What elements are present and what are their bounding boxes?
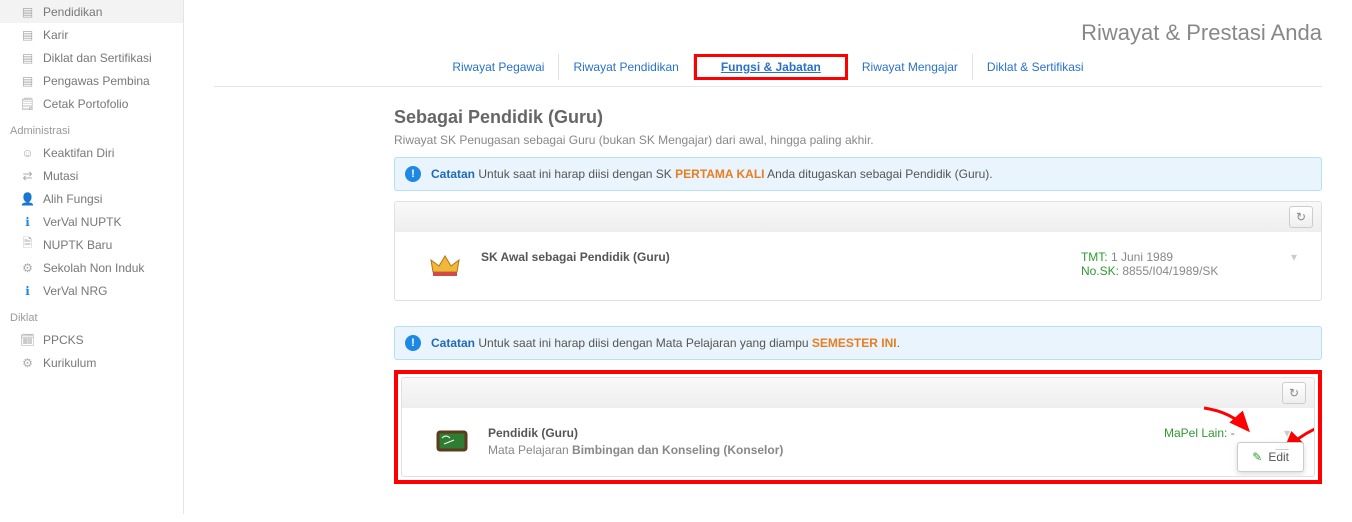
sidebar-item-label: Diklat dan Sertifikasi [43, 51, 152, 65]
role-subject: Mata Pelajaran Bimbingan dan Konseling (… [488, 443, 1164, 457]
sidebar-item[interactable]: ⚙ Kurikulum [0, 351, 183, 374]
sk-title: SK Awal sebagai Pendidik (Guru) [481, 250, 1081, 264]
info-icon: ℹ [20, 214, 35, 229]
section-title: Sebagai Pendidik (Guru) [394, 107, 1322, 133]
highlight-box: Fungsi & Jabatan [694, 54, 848, 80]
page-title: Riwayat & Prestasi Anda [214, 0, 1322, 54]
info-icon: ! [405, 335, 421, 351]
sidebar-item[interactable]: 👤 Alih Fungsi [0, 187, 183, 210]
sidebar-item[interactable]: ▤ Karir [0, 23, 183, 46]
clip-icon: 🗒 [20, 96, 35, 111]
swap-icon: ⇄ [20, 168, 35, 183]
sidebar-item[interactable]: 🗎 NUPTK Baru [0, 233, 183, 256]
sidebar-item-label: Pendidikan [43, 5, 102, 19]
sidebar-item[interactable]: ℹ VerVal NRG [0, 279, 183, 302]
sidebar-item-label: Alih Fungsi [43, 192, 102, 206]
cal-icon: 🗓 [20, 332, 35, 347]
sidebar-item-label: Sekolah Non Induk [43, 261, 144, 275]
reload-button[interactable]: ↻ [1289, 206, 1313, 228]
sidebar-group-header: Administrasi [0, 115, 183, 141]
role-title: Pendidik (Guru) [488, 426, 1164, 440]
edit-menu-item[interactable]: ✎ Edit [1238, 443, 1303, 471]
sidebar-item-label: Cetak Portofolio [43, 97, 128, 111]
sidebar-item[interactable]: ℹ VerVal NUPTK [0, 210, 183, 233]
crown-icon [429, 250, 461, 282]
page-icon: 🗎 [20, 237, 35, 252]
sidebar: ▤ Pendidikan ▤ Karir ▤ Diklat dan Sertifikasi… [0, 0, 184, 514]
info-icon: ! [405, 166, 421, 182]
tabbar: Riwayat PegawaiRiwayat Pendidikan Fungsi … [214, 54, 1322, 87]
sidebar-item[interactable]: ⚙ Sekolah Non Induk [0, 256, 183, 279]
sidebar-item[interactable]: ☺ Keaktifan Diri [0, 141, 183, 164]
reload-button[interactable]: ↻ [1282, 382, 1306, 404]
doc-icon: ▤ [20, 73, 35, 88]
sidebar-item-label: VerVal NRG [43, 284, 107, 298]
gear-icon: ⚙ [20, 260, 35, 275]
tab[interactable]: Riwayat Pendidikan [559, 54, 693, 80]
face-icon: ☺ [20, 145, 35, 160]
doc-icon: ▤ [20, 27, 35, 42]
panel-role: ↻ Pendidik (Guru) Mata Pelajaran Bimbing… [401, 377, 1315, 477]
sidebar-item[interactable]: ▤ Pendidikan [0, 0, 183, 23]
sidebar-item[interactable]: 🗓 PPCKS [0, 328, 183, 351]
sidebar-item[interactable]: ⇄ Mutasi [0, 164, 183, 187]
tab[interactable]: Fungsi & Jabatan [707, 54, 835, 80]
panel-sk: ↻ SK Awal sebagai Pendidik (Guru) TMT: 1… [394, 201, 1322, 301]
pencil-icon: ✎ [1252, 450, 1262, 464]
highlight-frame: ↻ Pendidik (Guru) Mata Pelajaran Bimbing… [394, 370, 1322, 484]
section-subtitle: Riwayat SK Penugasan sebagai Guru (bukan… [394, 133, 1322, 147]
sidebar-item-label: Mutasi [43, 169, 78, 183]
sidebar-item-label: Keaktifan Diri [43, 146, 114, 160]
tab[interactable]: Riwayat Pegawai [438, 54, 559, 80]
tab[interactable]: Riwayat Mengajar [848, 54, 973, 80]
gear-icon: ⚙ [20, 355, 35, 370]
note-text: Catatan Untuk saat ini harap diisi denga… [431, 167, 993, 181]
info-note-mapel: ! Catatan Untuk saat ini harap diisi den… [394, 326, 1322, 360]
context-menu: ✎ Edit [1237, 442, 1304, 472]
annotation-arrow [1202, 406, 1252, 439]
main: Riwayat & Prestasi Anda Riwayat PegawaiR… [184, 0, 1352, 514]
sidebar-item[interactable]: ▤ Pengawas Pembina [0, 69, 183, 92]
tab[interactable]: Diklat & Sertifikasi [973, 54, 1098, 80]
sidebar-item-label: NUPTK Baru [43, 238, 112, 252]
sidebar-item-label: PPCKS [43, 333, 84, 347]
sidebar-group-header: Diklat [0, 302, 183, 328]
sidebar-item-label: Kurikulum [43, 356, 96, 370]
info-note-sk: ! Catatan Untuk saat ini harap diisi den… [394, 157, 1322, 191]
doc-icon: ▤ [20, 50, 35, 65]
person-icon: 👤 [20, 191, 35, 206]
sidebar-item-label: Karir [43, 28, 68, 42]
sk-details: TMT: 1 Juni 1989 No.SK: 8855/I04/1989/SK [1081, 250, 1281, 278]
doc-icon: ▤ [20, 4, 35, 19]
chalkboard-icon [436, 426, 468, 458]
chevron-down-icon[interactable]: ▾ [1281, 250, 1307, 264]
sidebar-item[interactable]: ▤ Diklat dan Sertifikasi [0, 46, 183, 69]
note-text: Catatan Untuk saat ini harap diisi denga… [431, 336, 900, 350]
sidebar-item-label: Pengawas Pembina [43, 74, 150, 88]
sidebar-item[interactable]: 🗒 Cetak Portofolio [0, 92, 183, 115]
sidebar-item-label: VerVal NUPTK [43, 215, 121, 229]
info-icon: ℹ [20, 283, 35, 298]
